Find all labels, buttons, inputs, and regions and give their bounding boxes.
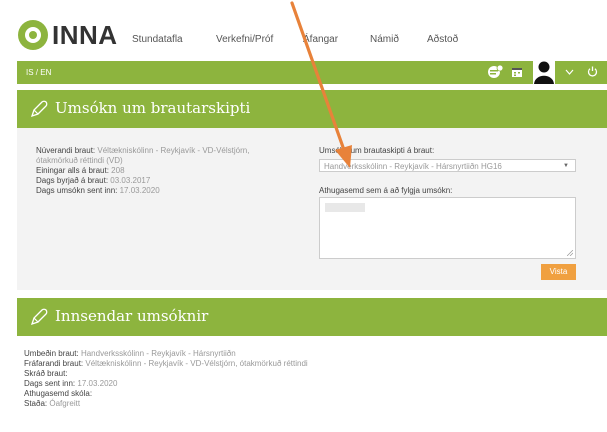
status-value: Óafgreitt [49,399,81,408]
logo-icon [18,20,48,50]
power-icon[interactable] [587,66,598,77]
nav-verkefni[interactable]: Verkefni/Próf [216,34,273,45]
start-date-value: 03.03.2017 [110,176,151,185]
chevron-down-icon[interactable] [565,69,574,75]
status-label: Staða: [24,399,48,408]
nav-stundatafla[interactable]: Stundatafla [132,34,183,45]
save-button[interactable]: Vista [541,264,576,280]
section-title: Umsókn um brautarskipti [55,99,251,117]
logo-text: INNA [52,20,118,50]
sent-date-value: 17.03.2020 [119,186,160,195]
school-comment-label: Athugasemd skóla: [24,389,93,398]
user-avatar-icon[interactable] [533,58,555,84]
top-header: INNA Stundatafla Verkefni/Próf Áfangar N… [0,0,607,60]
resize-handle-icon[interactable] [567,250,573,256]
units-label: Einingar alls á braut: [36,166,109,175]
program-select[interactable]: Handverksskólinn - Reykjavík - Hársnyrti… [319,159,576,172]
previous-program-label: Fráfarandi braut: [24,359,84,368]
calendar-icon[interactable] [511,66,523,78]
language-switch[interactable]: IS / EN [26,68,51,77]
submitted-application-info: Umbeðin braut: Handverksskólinn - Reykja… [24,349,424,409]
section-header-change-program: Umsókn um brautarskipti [17,90,607,128]
pencil-icon [30,308,48,326]
program-select-value: Handverksskólinn - Reykjavík - Hársnyrti… [324,162,502,171]
comment-label: Athugasemd sem á að fylgja umsókn: [319,186,453,195]
sent-date-label: Dags umsókn sent inn: [36,186,118,195]
previous-program-value: Véltækniskólinn - Reykjavík - VD-Vélstjó… [85,359,308,368]
requested-program-label: Umbeðin braut: [24,349,79,358]
current-program-label: Núverandi braut: [36,146,96,155]
inna-logo[interactable]: INNA [18,19,117,51]
pencil-icon [30,100,48,118]
units-value: 208 [111,166,125,175]
messages-icon[interactable] [487,65,503,79]
date-sent-label: Dags sent inn: [24,379,76,388]
nav-afangar[interactable]: Áfangar [303,34,338,45]
redacted-text [325,203,365,212]
nav-adstod[interactable]: Aðstoð [427,34,458,45]
comment-textarea[interactable] [319,197,576,259]
registered-program-label: Skráð braut: [24,369,68,378]
toolbar: IS / EN [17,58,607,84]
nav-namid[interactable]: Námið [370,34,399,45]
current-program-info: Núverandi braut: Véltækniskólinn - Reykj… [36,146,286,196]
dropdown-arrow-icon: ▼ [563,163,569,169]
apply-program-label: Umsókn um brautaskipti á braut: [319,146,435,155]
date-sent-value: 17.03.2020 [77,379,118,388]
requested-program-value: Handverksskólinn - Reykjavík - Hársnyrti… [80,349,236,358]
section-header-submitted: Innsendar umsóknir [17,298,607,336]
section-title: Innsendar umsóknir [55,307,209,325]
start-date-label: Dags byrjað á braut: [36,176,109,185]
